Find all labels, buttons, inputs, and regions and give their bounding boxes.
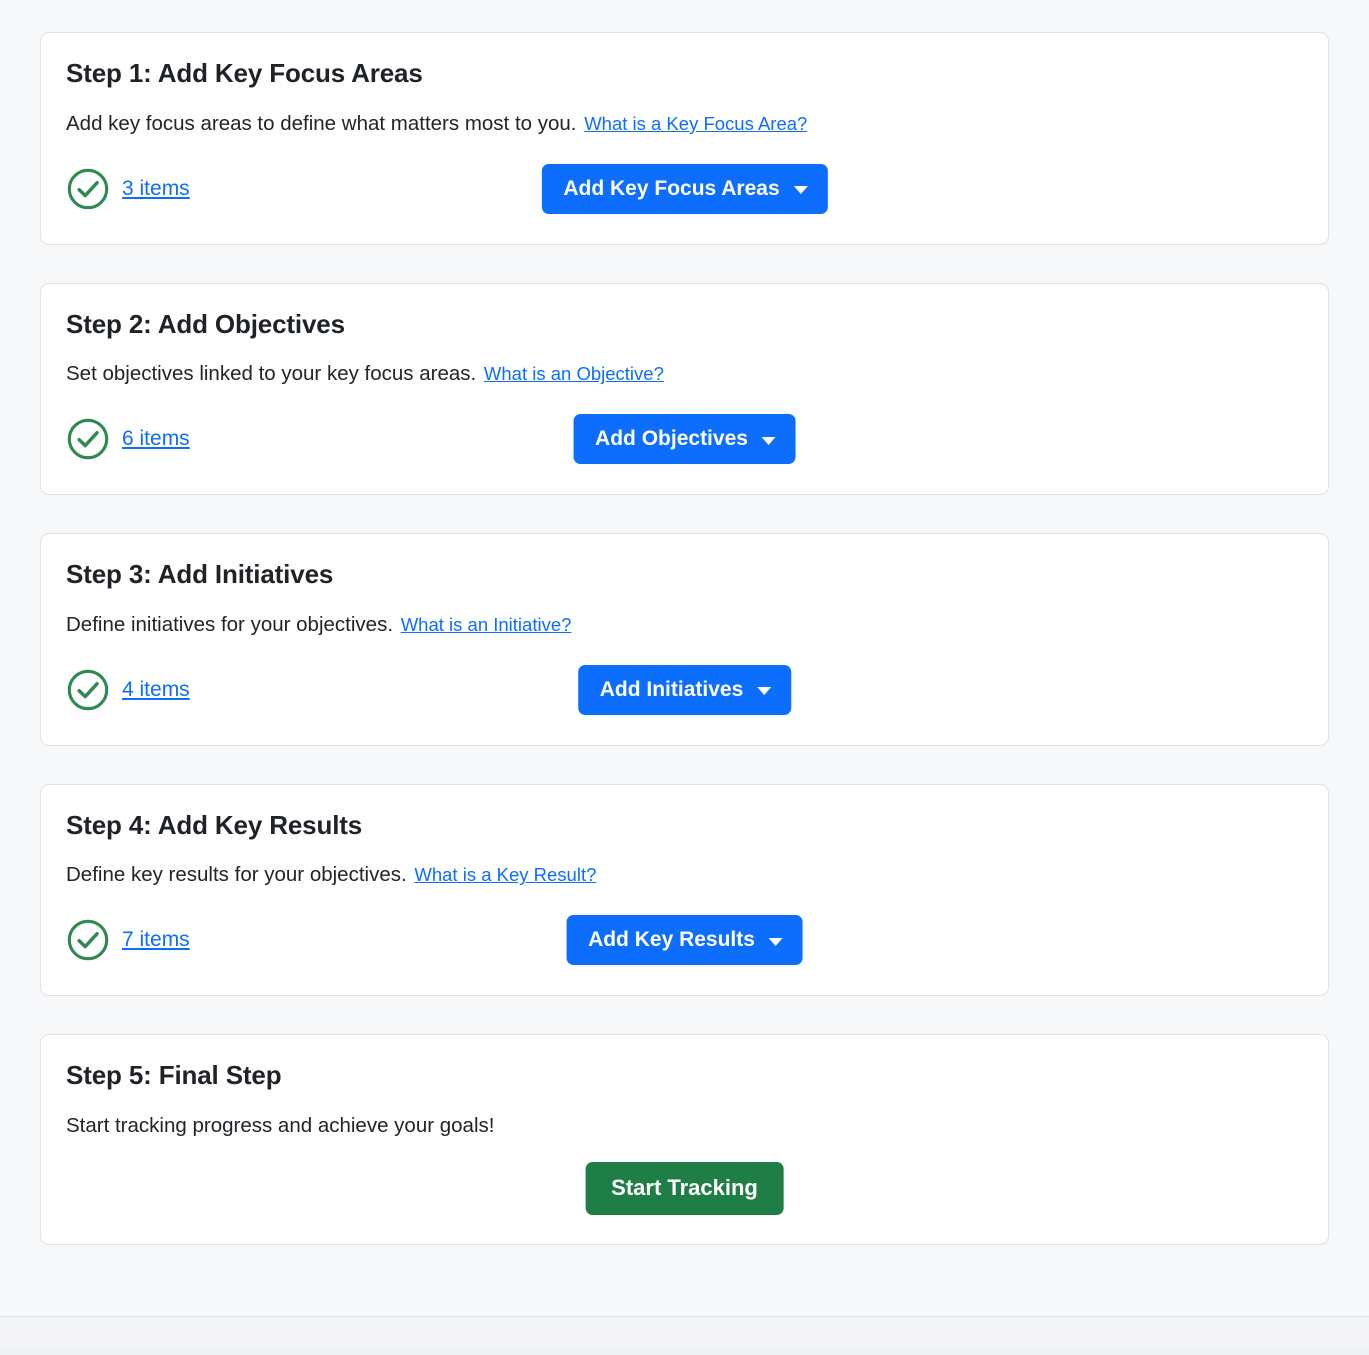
steps-list: Step 1: Add Key Focus Areas Add key focu…	[0, 0, 1369, 1245]
final-step-footer: Start Tracking	[66, 1161, 1303, 1216]
check-circle-icon	[67, 919, 109, 961]
step-description-text: Add key focus areas to define what matte…	[66, 111, 577, 135]
help-link-initiative[interactable]: What is an Initiative?	[401, 614, 572, 635]
help-link-key-result[interactable]: What is a Key Result?	[414, 864, 596, 885]
items-count-link[interactable]: 3 items	[122, 177, 190, 201]
step-title: Step 2: Add Objectives	[66, 308, 345, 339]
step-footer: 7 items Add Key Results	[66, 915, 1303, 966]
step-status-group: 7 items	[66, 918, 190, 962]
step-description: Set objectives linked to your key focus …	[66, 361, 1303, 388]
step-description: Add key focus areas to define what matte…	[66, 111, 1303, 138]
button-label: Add Key Focus Areas	[563, 176, 780, 200]
step-action-slot: Add Initiatives	[577, 664, 792, 715]
button-label: Add Initiatives	[599, 677, 744, 701]
items-count-link[interactable]: 6 items	[122, 427, 190, 451]
step-card-3: Step 3: Add Initiatives Define initiativ…	[40, 533, 1329, 746]
step-description: Define initiatives for your objectives. …	[66, 612, 1303, 639]
check-circle-icon	[67, 418, 109, 460]
button-label: Add Key Results	[588, 928, 755, 952]
step-action-slot: Add Objectives	[573, 414, 796, 465]
onboarding-steps-page: Step 1: Add Key Focus Areas Add key focu…	[0, 0, 1369, 1355]
step-description: Start tracking progress and achieve your…	[66, 1114, 495, 1138]
step-title: Step 4: Add Key Results	[66, 809, 363, 840]
step-description-text: Define key results for your objectives.	[66, 863, 407, 887]
step-title: Step 5: Final Step	[66, 1060, 282, 1091]
add-key-results-button[interactable]: Add Key Results	[566, 915, 803, 966]
step-card-5: Step 5: Final Step Start tracking progre…	[40, 1034, 1329, 1245]
help-link-objective[interactable]: What is an Objective?	[484, 363, 664, 384]
add-objectives-button[interactable]: Add Objectives	[573, 414, 796, 465]
chevron-down-icon	[761, 436, 776, 445]
step-action-slot: Add Key Focus Areas	[541, 163, 828, 214]
step-card-2: Step 2: Add Objectives Set objectives li…	[40, 282, 1329, 496]
check-circle-icon	[67, 168, 109, 209]
bottom-strip	[0, 1316, 1369, 1355]
step-status-group: 4 items	[66, 668, 190, 712]
step-description-text: Set objectives linked to your key focus …	[66, 362, 477, 386]
step-action-slot: Add Key Results	[566, 915, 803, 966]
step-card-4: Step 4: Add Key Results Define key resul…	[40, 783, 1329, 997]
step-status-group: 3 items	[66, 167, 190, 211]
step-title: Step 3: Add Initiatives	[66, 559, 334, 590]
add-key-focus-areas-button[interactable]: Add Key Focus Areas	[541, 163, 828, 214]
check-circle-icon	[67, 669, 109, 710]
step-description: Define key results for your objectives. …	[66, 862, 1303, 889]
step-footer: 6 items Add Objectives	[66, 414, 1303, 465]
step-title: Step 1: Add Key Focus Areas	[66, 58, 423, 88]
step-description-text: Define initiatives for your objectives.	[66, 612, 394, 636]
step-status-group: 6 items	[66, 417, 190, 461]
chevron-down-icon	[757, 687, 772, 696]
items-count-link[interactable]: 4 items	[122, 678, 190, 702]
chevron-down-icon	[768, 937, 783, 946]
add-initiatives-button[interactable]: Add Initiatives	[577, 664, 792, 715]
step-footer: 3 items Add Key Focus Areas	[66, 163, 1303, 214]
help-link-key-focus-area[interactable]: What is a Key Focus Area?	[584, 113, 807, 134]
items-count-link[interactable]: 7 items	[122, 928, 190, 952]
step-card-1: Step 1: Add Key Focus Areas Add key focu…	[40, 32, 1329, 245]
start-tracking-button[interactable]: Start Tracking	[585, 1161, 784, 1216]
chevron-down-icon	[793, 186, 808, 195]
button-label: Add Objectives	[595, 427, 748, 451]
step-footer: 4 items Add Initiatives	[66, 664, 1303, 715]
